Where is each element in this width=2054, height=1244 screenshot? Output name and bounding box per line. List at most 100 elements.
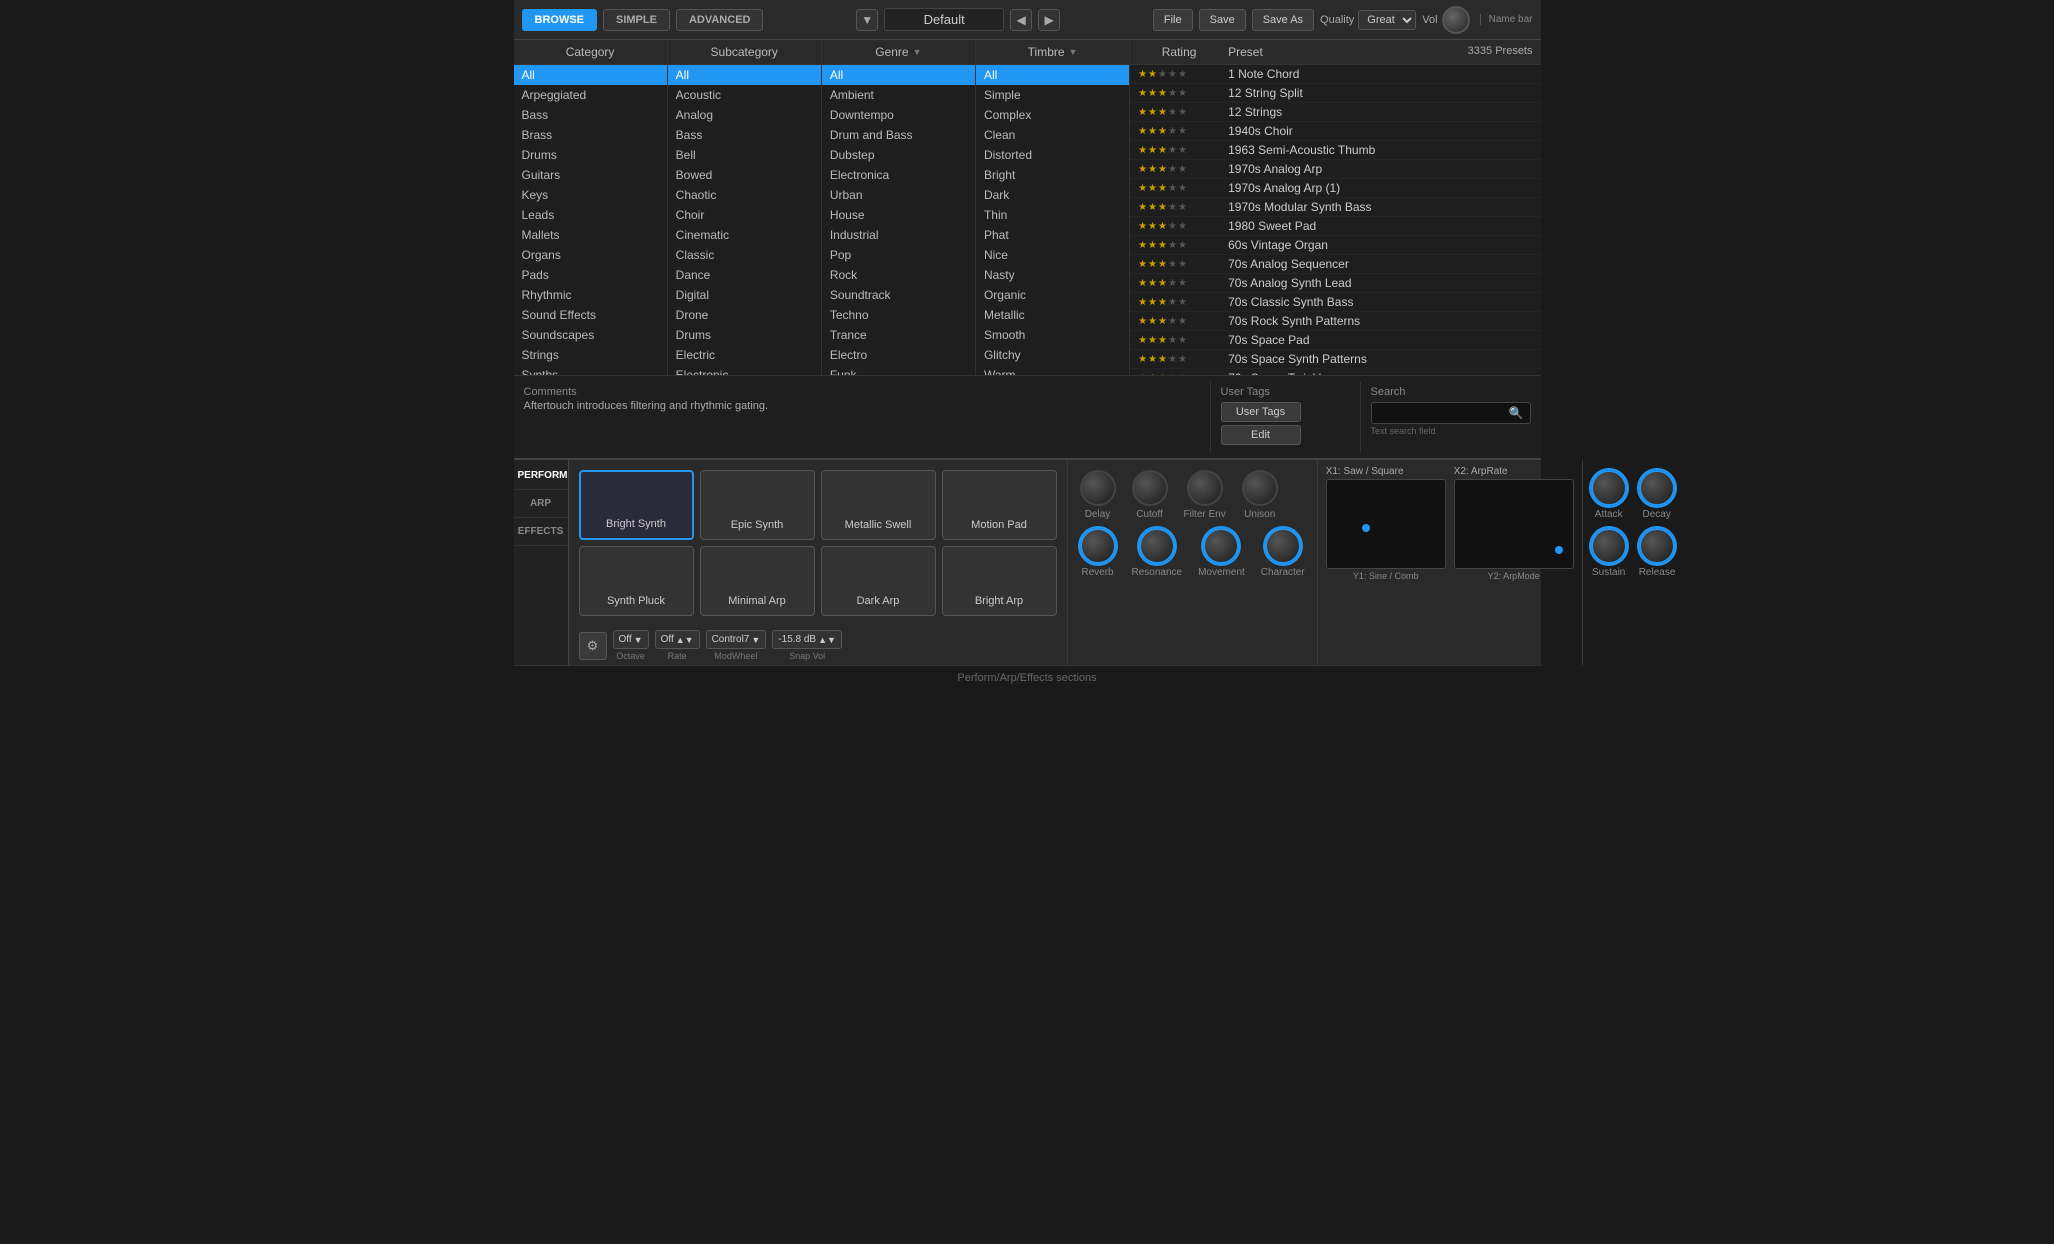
tab-simple[interactable]: SIMPLE	[603, 9, 670, 31]
genre-item-all[interactable]: All	[822, 65, 975, 85]
category-item[interactable]: Guitars	[514, 165, 667, 185]
xy-pad-arprate[interactable]	[1454, 479, 1574, 569]
pad-minimal-arp[interactable]: Minimal Arp	[700, 546, 815, 616]
edit-btn[interactable]: Edit	[1221, 425, 1301, 445]
sustain-knob[interactable]	[1591, 528, 1627, 564]
category-item-sound-effects[interactable]: Sound Effects	[514, 305, 667, 325]
category-item[interactable]: Brass	[514, 125, 667, 145]
timbre-item[interactable]: Smooth	[976, 325, 1129, 345]
genre-item[interactable]: Downtempo	[822, 105, 975, 125]
next-btn[interactable]: ▶	[1038, 9, 1060, 31]
category-item[interactable]: Soundscapes	[514, 325, 667, 345]
snapvol-dropdown[interactable]: -15.8 dB ▲▼	[772, 630, 842, 649]
timbre-item[interactable]: Nice	[976, 245, 1129, 265]
quality-select[interactable]: Great Good Fast	[1358, 10, 1416, 30]
modwheel-dropdown[interactable]: Control7 ▼	[706, 630, 767, 649]
gear-button[interactable]: ⚙	[579, 632, 607, 660]
subcategory-item[interactable]: Bell	[668, 145, 821, 165]
preset-row[interactable]: ★★★★★ 1940s Choir	[1130, 122, 1540, 141]
pad-synth-pluck[interactable]: Synth Pluck	[579, 546, 694, 616]
genre-item[interactable]: Techno	[822, 305, 975, 325]
category-item[interactable]: Arpeggiated	[514, 85, 667, 105]
filter-env-knob[interactable]	[1187, 470, 1223, 506]
timbre-item[interactable]: Distorted	[976, 145, 1129, 165]
category-item[interactable]: Bass	[514, 105, 667, 125]
subcategory-item[interactable]: Electronic	[668, 365, 821, 375]
timbre-item[interactable]: Clean	[976, 125, 1129, 145]
cutoff-knob[interactable]	[1132, 470, 1168, 506]
reverb-knob[interactable]	[1080, 528, 1116, 564]
genre-item[interactable]: Electro	[822, 345, 975, 365]
pad-dark-arp[interactable]: Dark Arp	[821, 546, 936, 616]
subcategory-item[interactable]: Cinematic	[668, 225, 821, 245]
preset-row[interactable]: ★★★★★ 70s Analog Sequencer	[1130, 255, 1540, 274]
subcategory-item[interactable]: Choir	[668, 205, 821, 225]
genre-item[interactable]: Electronica	[822, 165, 975, 185]
dropdown-arrow-btn[interactable]: ▼	[856, 9, 878, 31]
timbre-item[interactable]: Dark	[976, 185, 1129, 205]
category-item[interactable]: Keys	[514, 185, 667, 205]
genre-item[interactable]: Funk	[822, 365, 975, 375]
subcategory-item[interactable]: Dance	[668, 265, 821, 285]
timbre-item[interactable]: Simple	[976, 85, 1129, 105]
timbre-item[interactable]: Phat	[976, 225, 1129, 245]
subcategory-item[interactable]: Electric	[668, 345, 821, 365]
subcategory-item[interactable]: Drone	[668, 305, 821, 325]
preset-row[interactable]: ★★★★★ 70s Classic Synth Bass	[1130, 293, 1540, 312]
timbre-item[interactable]: Glitchy	[976, 345, 1129, 365]
preset-row[interactable]: ★★★★★ 1980 Sweet Pad	[1130, 217, 1540, 236]
tab-effects[interactable]: EFFECTS	[514, 518, 568, 546]
preset-row[interactable]: ★★★★★ 70s Space Synth Patterns	[1130, 350, 1540, 369]
tab-advanced[interactable]: ADVANCED	[676, 9, 764, 31]
genre-item[interactable]: Industrial	[822, 225, 975, 245]
save-btn[interactable]: Save	[1199, 9, 1246, 31]
preset-row[interactable]: ★★★★★ 1970s Modular Synth Bass	[1130, 198, 1540, 217]
genre-item[interactable]: Ambient	[822, 85, 975, 105]
save-as-btn[interactable]: Save As	[1252, 9, 1314, 31]
genre-item[interactable]: Urban	[822, 185, 975, 205]
timbre-item-all[interactable]: All	[976, 65, 1129, 85]
preset-row[interactable]: ★★★★★ 1970s Analog Arp	[1130, 160, 1540, 179]
subcategory-item[interactable]: Bass	[668, 125, 821, 145]
subcategory-item[interactable]: Digital	[668, 285, 821, 305]
search-input[interactable]	[1378, 407, 1509, 419]
resonance-knob[interactable]	[1139, 528, 1175, 564]
category-item[interactable]: Rhythmic	[514, 285, 667, 305]
subcategory-item[interactable]: Acoustic	[668, 85, 821, 105]
category-item-leads[interactable]: Leads	[514, 205, 667, 225]
category-item[interactable]: Organs	[514, 245, 667, 265]
timbre-item[interactable]: Nasty	[976, 265, 1129, 285]
decay-knob[interactable]	[1639, 470, 1675, 506]
category-item[interactable]: Pads	[514, 265, 667, 285]
timbre-item[interactable]: Complex	[976, 105, 1129, 125]
preset-row[interactable]: ★★★★★ 70s Rock Synth Patterns	[1130, 312, 1540, 331]
user-tags-btn[interactable]: User Tags	[1221, 402, 1301, 422]
prev-btn[interactable]: ◀	[1010, 9, 1032, 31]
genre-item[interactable]: Soundtrack	[822, 285, 975, 305]
pad-motion-pad[interactable]: Motion Pad	[942, 470, 1057, 540]
subcategory-item[interactable]: Drums	[668, 325, 821, 345]
timbre-item[interactable]: Warm	[976, 365, 1129, 375]
subcategory-item[interactable]: Chaotic	[668, 185, 821, 205]
tab-browse[interactable]: BROWSE	[522, 9, 598, 31]
octave-dropdown[interactable]: Off ▼	[613, 630, 649, 649]
category-item[interactable]: Mallets	[514, 225, 667, 245]
preset-row[interactable]: ★★★★★ 1 Note Chord	[1130, 65, 1540, 84]
subcategory-item[interactable]: Analog	[668, 105, 821, 125]
pad-metallic-swell[interactable]: Metallic Swell	[821, 470, 936, 540]
subcategory-item[interactable]: Classic	[668, 245, 821, 265]
pad-epic-synth[interactable]: Epic Synth	[700, 470, 815, 540]
genre-item[interactable]: House	[822, 205, 975, 225]
movement-knob[interactable]	[1203, 528, 1239, 564]
genre-item[interactable]: Dubstep	[822, 145, 975, 165]
preset-row[interactable]: ★★★★★ 70s Analog Synth Lead	[1130, 274, 1540, 293]
timbre-item[interactable]: Metallic	[976, 305, 1129, 325]
subcategory-item[interactable]: Bowed	[668, 165, 821, 185]
preset-row[interactable]: ★★★★★ 60s Vintage Organ	[1130, 236, 1540, 255]
preset-row[interactable]: ★★★★★ 1970s Analog Arp (1)	[1130, 179, 1540, 198]
pad-bright-synth[interactable]: Bright Synth	[579, 470, 694, 540]
category-item[interactable]: Synths	[514, 365, 667, 375]
category-item-all[interactable]: All	[514, 65, 667, 85]
rate-dropdown[interactable]: Off ▲▼	[655, 630, 700, 649]
timbre-item[interactable]: Thin	[976, 205, 1129, 225]
